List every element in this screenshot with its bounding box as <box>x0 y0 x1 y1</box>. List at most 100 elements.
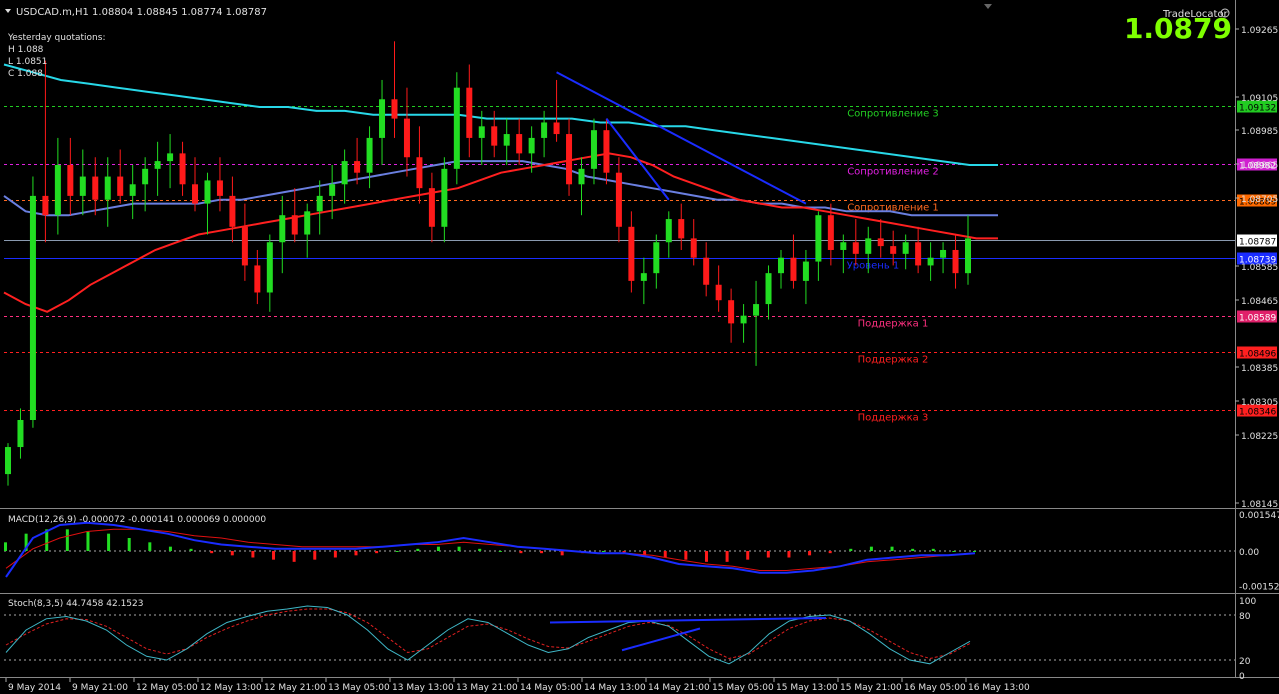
candle-body <box>79 176 86 196</box>
candle-body <box>391 99 398 119</box>
price-tick-label: 1.08225 <box>1241 432 1278 442</box>
candle-body <box>877 238 884 247</box>
candle-body <box>54 164 61 216</box>
candle-body <box>466 87 473 138</box>
macd-histogram-bar <box>684 551 688 560</box>
macd-histogram-bar <box>478 548 482 551</box>
price-tick-label: 1.09265 <box>1241 26 1278 36</box>
time-tick-label: 12 May 21:00 <box>264 683 326 693</box>
macd-histogram-bar <box>560 551 564 556</box>
big-price: 1.0879 <box>1124 12 1232 45</box>
stoch-tick-label: 100 <box>1239 597 1256 607</box>
candle-body <box>890 246 897 254</box>
candle-body <box>341 161 348 185</box>
candle-body <box>316 195 323 212</box>
yesterday-high: H 1.088 <box>8 45 44 55</box>
candle-body <box>17 419 24 448</box>
candle-body <box>441 168 448 227</box>
time-tick-label: 13 May 21:00 <box>456 683 518 693</box>
candle-body <box>42 195 49 216</box>
candle-body <box>503 134 510 146</box>
stoch-title: Stoch(8,3,5) 44.7458 42.1523 <box>8 599 143 609</box>
candle-body <box>840 242 847 250</box>
chart-window[interactable]: Сопротивление 3 1.09132 Сопротивление 2 1.0… <box>0 0 1279 694</box>
candle-body <box>453 87 460 169</box>
level-label: Поддержка 1 <box>858 319 929 330</box>
macd-histogram-bar <box>292 551 296 562</box>
candle-body <box>603 130 610 173</box>
macd-histogram-bar <box>725 551 729 562</box>
candle-body <box>690 238 697 258</box>
candle-body <box>516 134 523 154</box>
macd-histogram-bar <box>251 551 255 558</box>
price-tick-label: 1.08705 <box>1241 195 1278 205</box>
candle-body <box>578 168 585 185</box>
macd-histogram-bar <box>663 551 667 558</box>
time-tick-label: 15 May 05:00 <box>712 683 774 693</box>
candle-body <box>852 242 859 254</box>
candle-body <box>902 242 909 254</box>
macd-histogram-bar <box>952 551 956 552</box>
candle-body <box>491 126 498 146</box>
macd-histogram-bar <box>457 546 461 551</box>
macd-histogram-bar <box>86 531 90 551</box>
candle-body <box>304 211 311 235</box>
current-price-label: 1.08787 <box>1239 238 1276 248</box>
candle-body <box>715 284 722 301</box>
macd-histogram-bar <box>210 551 214 554</box>
candle-body <box>615 172 622 227</box>
candle-body <box>403 118 410 158</box>
candle-body <box>740 315 747 324</box>
macd-histogram-bar <box>911 548 915 551</box>
candle-body <box>728 300 735 324</box>
macd-histogram-bar <box>540 551 544 554</box>
candle-body <box>640 273 647 281</box>
candle-body <box>590 130 597 169</box>
yesterday-title: Yesterday quotations: <box>7 33 105 43</box>
macd-histogram-bar <box>127 538 131 551</box>
price-tick-label: 1.08145 <box>1241 500 1278 510</box>
candle-body <box>815 215 822 262</box>
candle-body <box>790 257 797 281</box>
price-tick-label: 1.08585 <box>1241 263 1278 273</box>
time-tick-label: 13 May 13:00 <box>392 683 454 693</box>
price-tag-label: 1.08496 <box>1239 350 1276 360</box>
price-tick-label: 1.08465 <box>1241 297 1278 307</box>
macd-histogram-bar <box>189 548 193 551</box>
macd-histogram-bar <box>416 548 420 551</box>
yesterday-close: C 1.088 <box>8 69 43 79</box>
candle-body <box>379 99 386 138</box>
time-tick-label: 12 May 05:00 <box>136 683 198 693</box>
candle-body <box>29 195 36 420</box>
candle-body <box>254 265 261 293</box>
macd-histogram-bar <box>498 551 502 552</box>
candle-body <box>827 215 834 250</box>
candle-body <box>940 249 947 258</box>
candle-body <box>865 238 872 254</box>
candle-body <box>553 122 560 135</box>
level-label: Поддержка 2 <box>858 355 929 366</box>
level-label: Сопротивление 3 <box>847 109 939 120</box>
macd-histogram-bar <box>704 551 708 562</box>
candle-body <box>117 176 124 196</box>
candle-body <box>366 137 373 173</box>
macd-histogram-bar <box>333 551 337 558</box>
time-tick-label: 14 May 21:00 <box>648 683 710 693</box>
macd-histogram-bar <box>354 551 358 556</box>
macd-histogram-bar <box>890 546 894 551</box>
candle-body <box>665 219 672 243</box>
candle-body <box>915 242 922 266</box>
candle-body <box>279 215 286 243</box>
time-tick-label: 14 May 13:00 <box>584 683 646 693</box>
candle-body <box>241 226 248 266</box>
candle-body <box>528 137 535 154</box>
time-tick-label: 13 May 05:00 <box>328 683 390 693</box>
stoch-tick-label: 20 <box>1239 657 1251 667</box>
candle-body <box>167 153 174 162</box>
price-tick-label: 1.08305 <box>1241 398 1278 408</box>
candle-body <box>266 242 273 293</box>
macd-histogram-bar <box>107 533 111 551</box>
candle-body <box>216 180 223 196</box>
time-tick-label: 15 May 13:00 <box>776 683 838 693</box>
price-tick-label: 1.09105 <box>1241 94 1278 104</box>
